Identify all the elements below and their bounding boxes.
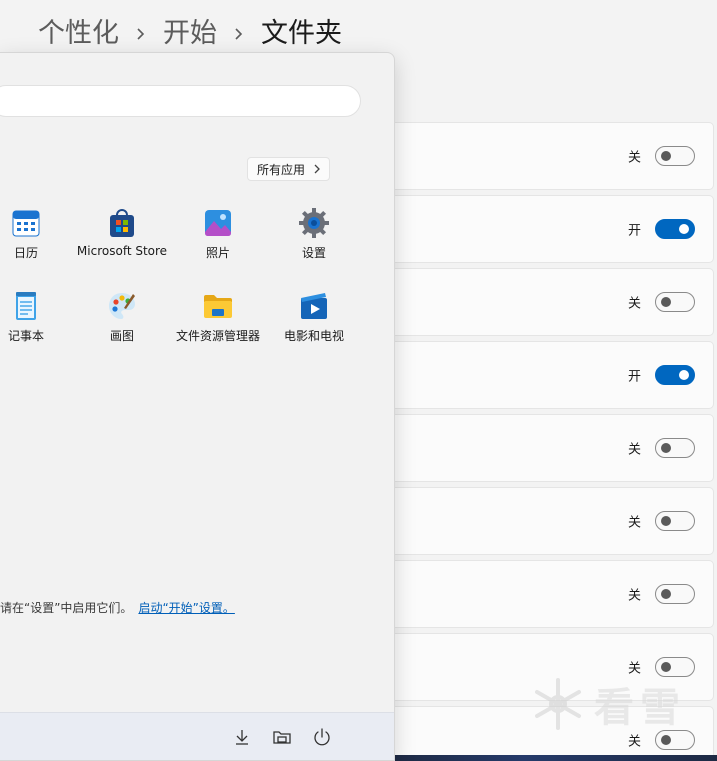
watermark: 看雪 <box>530 672 705 736</box>
toggle-knob <box>679 224 689 234</box>
app-label: Microsoft Store <box>76 244 168 258</box>
app-label: 设置 <box>301 246 326 260</box>
toggle-state-label: 开 <box>627 223 641 239</box>
settings-gear-icon <box>299 208 329 238</box>
folder-toggle[interactable] <box>655 146 695 166</box>
folder-toggle[interactable] <box>655 438 695 458</box>
toggle-state-label: 关 <box>627 442 641 458</box>
breadcrumb: 个性化 开始 文件夹 <box>38 14 342 54</box>
pinned-app-photos[interactable]: 照片 <box>168 207 268 271</box>
chevron-right-icon <box>314 164 320 174</box>
toggle-knob <box>661 443 671 453</box>
app-label: 画图 <box>109 329 134 343</box>
download-icon[interactable] <box>232 727 252 747</box>
folder-setting-row: 关 <box>380 487 714 555</box>
start-menu-footer <box>0 712 394 760</box>
folder-setting-row: 关 <box>380 560 714 628</box>
notepad-icon <box>16 292 36 320</box>
folder-setting-row: 开 <box>380 341 714 409</box>
folder-toggle[interactable] <box>655 365 695 385</box>
recommended-hint: 请在“设置”中启用它们。 启动“开始”设置。 <box>0 599 235 616</box>
all-apps-button[interactable]: 所有应用 <box>247 157 330 181</box>
pinned-app-file-explorer[interactable]: 文件资源管理器 <box>168 290 268 354</box>
folder-icon[interactable] <box>272 727 292 747</box>
toggle-knob <box>661 662 671 672</box>
pinned-app-notepad[interactable]: 记事本 <box>0 290 76 354</box>
taskbar <box>395 755 717 761</box>
watermark-text: 看雪 <box>594 685 686 731</box>
pinned-app-calendar[interactable]: 日历 <box>0 207 76 271</box>
pinned-app-movies-tv[interactable]: 电影和电视 <box>264 290 364 354</box>
all-apps-label: 所有应用 <box>256 162 305 177</box>
toggle-knob <box>661 516 671 526</box>
breadcrumb-start[interactable]: 开始 <box>163 14 217 54</box>
pinned-app-microsoft-store[interactable]: Microsoft Store <box>72 207 172 271</box>
recommended-hint-text: 请在“设置”中启用它们。 <box>0 601 133 615</box>
toggle-knob <box>679 370 689 380</box>
start-settings-link[interactable]: 启动“开始”设置。 <box>138 601 234 615</box>
folder-toggle[interactable] <box>655 292 695 312</box>
toggle-state-label: 关 <box>627 515 641 531</box>
chevron-right-icon <box>135 14 147 54</box>
folder-setting-row: 关 <box>380 268 714 336</box>
movies-tv-icon <box>301 293 327 319</box>
toggle-state-label: 关 <box>627 150 641 166</box>
breadcrumb-personalization[interactable]: 个性化 <box>38 14 119 54</box>
paint-icon <box>109 293 135 319</box>
app-label: 文件资源管理器 <box>175 329 260 343</box>
toggle-state-label: 开 <box>627 369 641 385</box>
photos-icon <box>205 210 231 236</box>
folder-setting-row: 开 <box>380 195 714 263</box>
app-label: 记事本 <box>7 329 44 343</box>
folder-toggle[interactable] <box>655 219 695 239</box>
toggle-knob <box>661 297 671 307</box>
pinned-app-paint[interactable]: 画图 <box>72 290 172 354</box>
toggle-knob <box>661 735 671 745</box>
toggle-knob <box>661 589 671 599</box>
pinned-app-settings[interactable]: 设置 <box>264 207 364 271</box>
app-label: 照片 <box>205 246 230 260</box>
app-label: 日历 <box>13 246 38 260</box>
folder-toggle[interactable] <box>655 584 695 604</box>
app-label: 电影和电视 <box>283 329 344 343</box>
start-menu: 所有应用 日历 Microsoft Store 照片 设置 记事本 画图 文件资… <box>0 52 395 761</box>
folder-setting-row: 关 <box>380 122 714 190</box>
calendar-icon <box>12 210 40 237</box>
toggle-state-label: 关 <box>627 296 641 312</box>
start-search-input[interactable] <box>0 85 361 117</box>
toggle-knob <box>661 151 671 161</box>
toggle-state-label: 关 <box>627 588 641 604</box>
snowflake-icon <box>535 678 581 730</box>
folder-setting-row: 关 <box>380 414 714 482</box>
chevron-right-icon <box>233 14 245 54</box>
store-icon <box>110 209 134 237</box>
power-icon[interactable] <box>312 727 332 747</box>
folder-toggle[interactable] <box>655 511 695 531</box>
file-explorer-icon <box>204 295 232 318</box>
page-title: 文件夹 <box>261 18 342 49</box>
